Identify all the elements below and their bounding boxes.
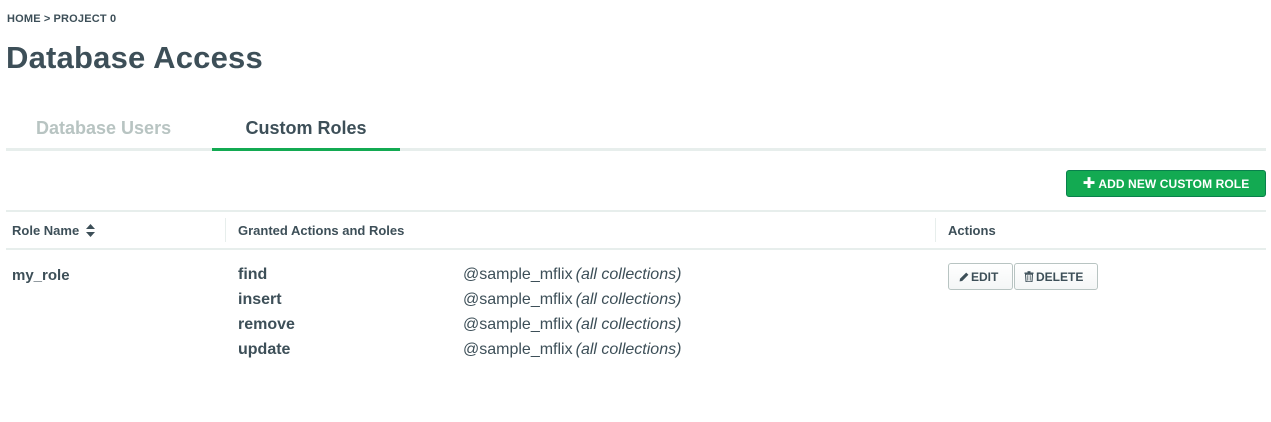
grant-collections: (all collections)	[575, 341, 682, 358]
edit-button[interactable]: EDIT	[948, 263, 1013, 290]
breadcrumb-project[interactable]: PROJECT 0	[53, 13, 116, 25]
granted-action: update	[238, 341, 291, 358]
column-header-role-name[interactable]: Role Name	[12, 223, 95, 240]
grant-scope: @sample_mflix (all collections)	[463, 291, 681, 316]
breadcrumb: HOME > PROJECT 0	[7, 13, 116, 25]
grant-collections: (all collections)	[575, 291, 682, 308]
custom-roles-table: Role Name Granted Actions and Roles Acti…	[6, 210, 1266, 380]
edit-button-label: EDIT	[971, 269, 999, 284]
granted-action: insert	[238, 291, 282, 308]
sort-icon[interactable]	[85, 223, 95, 240]
table-row: my_role find insert remove update @sampl…	[6, 250, 1266, 380]
column-header-role-name-label: Role Name	[12, 223, 80, 238]
grant-collections: (all collections)	[575, 266, 682, 283]
delete-button[interactable]: DELETE	[1014, 263, 1098, 290]
grant-database: @sample_mflix	[463, 316, 573, 333]
breadcrumb-separator: >	[43, 13, 51, 25]
row-actions: EDIT DELETE	[948, 263, 1098, 290]
grant-database: @sample_mflix	[463, 341, 573, 358]
role-name: my_role	[12, 267, 70, 284]
grant-scope: @sample_mflix (all collections)	[463, 341, 681, 366]
grant-scope: @sample_mflix (all collections)	[463, 266, 681, 291]
column-divider	[935, 218, 936, 242]
granted-action: remove	[238, 316, 295, 333]
granted-action: find	[238, 266, 268, 283]
grant-database: @sample_mflix	[463, 266, 573, 283]
grant-scope: @sample_mflix (all collections)	[463, 316, 681, 341]
add-custom-role-button[interactable]: ✚ ADD NEW CUSTOM ROLE	[1066, 170, 1266, 197]
delete-button-label: DELETE	[1036, 269, 1084, 284]
column-header-granted: Granted Actions and Roles	[238, 223, 405, 238]
column-divider	[225, 218, 226, 242]
breadcrumb-home[interactable]: HOME	[7, 13, 41, 25]
add-custom-role-label: ADD NEW CUSTOM ROLE	[1098, 176, 1250, 191]
table-header: Role Name Granted Actions and Roles Acti…	[6, 210, 1266, 250]
tab-bar: Database Users Custom Roles	[6, 108, 1266, 151]
grant-database: @sample_mflix	[463, 291, 573, 308]
plus-icon: ✚	[1082, 175, 1096, 192]
granted-scope-list: @sample_mflix (all collections) @sample_m…	[463, 266, 681, 366]
page-title: Database Access	[6, 40, 263, 75]
tab-custom-roles[interactable]: Custom Roles	[212, 118, 400, 151]
pencil-icon	[959, 272, 969, 281]
column-header-actions: Actions	[948, 223, 996, 238]
grant-collections: (all collections)	[575, 316, 682, 333]
tab-database-users[interactable]: Database Users	[36, 118, 171, 139]
granted-actions-list: find insert remove update	[238, 266, 295, 366]
trash-icon	[1024, 271, 1034, 282]
